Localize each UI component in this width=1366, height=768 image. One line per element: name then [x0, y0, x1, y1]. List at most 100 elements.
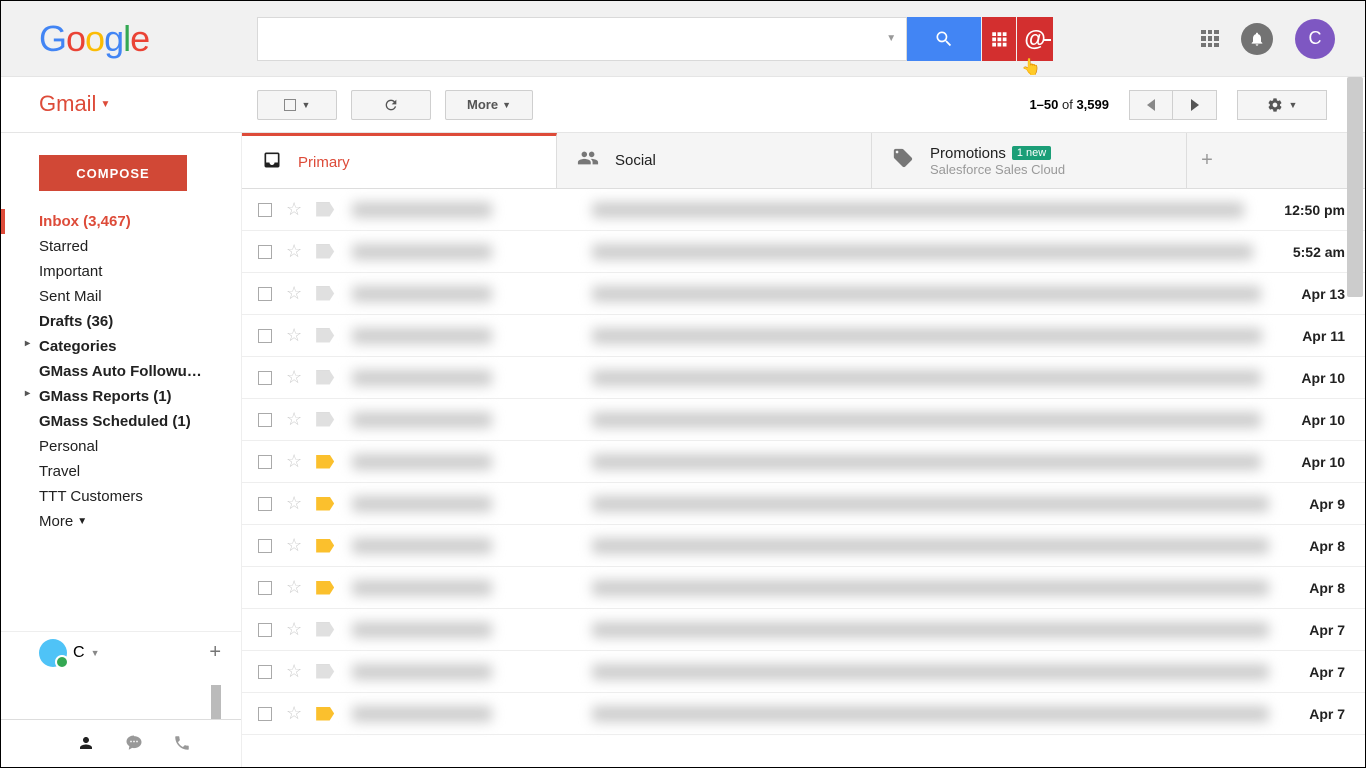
hangouts-user-chip[interactable]: C ▼ + — [1, 631, 241, 673]
importance-marker-icon[interactable] — [316, 581, 334, 595]
importance-marker-icon[interactable] — [316, 497, 334, 511]
mail-row[interactable]: ☆Apr 10 — [242, 441, 1365, 483]
importance-marker-icon[interactable] — [316, 413, 334, 427]
account-avatar[interactable]: C — [1295, 19, 1335, 59]
sidebar-item[interactable]: GMass Scheduled (1) — [1, 409, 241, 434]
refresh-button[interactable] — [351, 90, 431, 120]
row-checkbox[interactable] — [258, 623, 272, 637]
star-icon[interactable]: ☆ — [286, 493, 302, 514]
pager-next-button[interactable] — [1173, 90, 1217, 120]
sidebar-item[interactable]: Important — [1, 259, 241, 284]
settings-button[interactable]: ▼ — [1237, 90, 1327, 120]
star-icon[interactable]: ☆ — [286, 703, 302, 724]
subject-blurred — [592, 496, 1269, 512]
sidebar-item[interactable]: Inbox (3,467) — [1, 209, 241, 234]
mail-row[interactable]: ☆Apr 10 — [242, 399, 1365, 441]
mail-row[interactable]: ☆Apr 10 — [242, 357, 1365, 399]
sidebar-item[interactable]: TTT Customers — [1, 484, 241, 509]
mail-row[interactable]: ☆Apr 8 — [242, 525, 1365, 567]
sidebar-item[interactable]: Drafts (36) — [1, 309, 241, 334]
row-checkbox[interactable] — [258, 413, 272, 427]
chat-tab-icon[interactable] — [125, 734, 143, 757]
pager-prev-button[interactable] — [1129, 90, 1173, 120]
row-checkbox[interactable] — [258, 329, 272, 343]
row-checkbox[interactable] — [258, 581, 272, 595]
mail-row[interactable]: ☆Apr 7 — [242, 609, 1365, 651]
star-icon[interactable]: ☆ — [286, 325, 302, 346]
sidebar-item[interactable]: GMass Reports (1) — [1, 384, 241, 409]
new-chat-icon[interactable]: + — [209, 641, 221, 664]
apps-launcher-icon[interactable] — [1201, 30, 1219, 48]
star-icon[interactable]: ☆ — [286, 535, 302, 556]
mail-row[interactable]: ☆Apr 7 — [242, 651, 1365, 693]
star-icon[interactable]: ☆ — [286, 451, 302, 472]
mail-row[interactable]: ☆Apr 7 — [242, 693, 1365, 735]
importance-marker-icon[interactable] — [316, 329, 334, 343]
importance-marker-icon[interactable] — [316, 539, 334, 553]
promotions-new-badge: 1 new — [1012, 146, 1051, 160]
mail-row[interactable]: ☆Apr 8 — [242, 567, 1365, 609]
subject-blurred — [592, 370, 1261, 386]
importance-marker-icon[interactable] — [316, 287, 334, 301]
compose-button[interactable]: COMPOSE — [39, 155, 187, 191]
row-checkbox[interactable] — [258, 287, 272, 301]
star-icon[interactable]: ☆ — [286, 661, 302, 682]
notifications-icon[interactable] — [1241, 23, 1273, 55]
more-labels-link[interactable]: More ▼ — [1, 509, 241, 534]
star-icon[interactable]: ☆ — [286, 283, 302, 304]
more-button[interactable]: More ▼ — [445, 90, 533, 120]
main: Primary Social Promotions 1 new Salesfor… — [241, 133, 1365, 767]
importance-marker-icon[interactable] — [316, 455, 334, 469]
select-all-button[interactable]: ▼ — [257, 90, 337, 120]
tab-promotions[interactable]: Promotions 1 new Salesforce Sales Cloud — [872, 133, 1187, 188]
subject-blurred — [592, 244, 1253, 260]
tab-social-label: Social — [615, 152, 656, 169]
row-checkbox[interactable] — [258, 371, 272, 385]
contacts-tab-icon[interactable] — [77, 734, 95, 757]
google-logo[interactable]: Google — [39, 18, 149, 60]
page-scrollbar[interactable] — [1347, 77, 1363, 297]
sidebar-item[interactable]: Personal — [1, 434, 241, 459]
gmass-at-button[interactable]: @ — [1017, 17, 1053, 61]
mail-row[interactable]: ☆5:52 am — [242, 231, 1365, 273]
importance-marker-icon[interactable] — [316, 245, 334, 259]
sidebar-item[interactable]: Travel — [1, 459, 241, 484]
phone-tab-icon[interactable] — [173, 734, 191, 757]
sidebar-item[interactable]: GMass Auto Followu… — [1, 359, 241, 384]
sidebar-item[interactable]: Categories — [1, 334, 241, 359]
tab-primary[interactable]: Primary — [242, 133, 557, 188]
search-box[interactable]: ▼ — [257, 17, 907, 61]
gmass-grid-button[interactable] — [982, 17, 1016, 61]
star-icon[interactable]: ☆ — [286, 199, 302, 220]
row-checkbox[interactable] — [258, 707, 272, 721]
row-checkbox[interactable] — [258, 455, 272, 469]
mail-row[interactable]: ☆Apr 11 — [242, 315, 1365, 357]
importance-marker-icon[interactable] — [316, 623, 334, 637]
search-button[interactable] — [907, 17, 981, 61]
importance-marker-icon[interactable] — [316, 203, 334, 217]
sidebar-item[interactable]: Starred — [1, 234, 241, 259]
mail-row[interactable]: ☆Apr 13 — [242, 273, 1365, 315]
row-checkbox[interactable] — [258, 665, 272, 679]
mail-row[interactable]: ☆Apr 9 — [242, 483, 1365, 525]
star-icon[interactable]: ☆ — [286, 241, 302, 262]
sidebar-item[interactable]: Sent Mail — [1, 284, 241, 309]
star-icon[interactable]: ☆ — [286, 577, 302, 598]
importance-marker-icon[interactable] — [316, 707, 334, 721]
promotions-sub-label: Salesforce Sales Cloud — [930, 162, 1065, 177]
add-tab-button[interactable]: + — [1187, 133, 1227, 188]
importance-marker-icon[interactable] — [316, 665, 334, 679]
search-input[interactable] — [268, 30, 886, 48]
row-checkbox[interactable] — [258, 203, 272, 217]
tab-social[interactable]: Social — [557, 133, 872, 188]
star-icon[interactable]: ☆ — [286, 409, 302, 430]
star-icon[interactable]: ☆ — [286, 619, 302, 640]
star-icon[interactable]: ☆ — [286, 367, 302, 388]
search-options-caret-icon[interactable]: ▼ — [886, 33, 896, 44]
row-checkbox[interactable] — [258, 497, 272, 511]
row-checkbox[interactable] — [258, 539, 272, 553]
row-checkbox[interactable] — [258, 245, 272, 259]
mail-row[interactable]: ☆12:50 pm — [242, 189, 1365, 231]
importance-marker-icon[interactable] — [316, 371, 334, 385]
gmail-brand[interactable]: Gmail ▼ — [39, 91, 110, 117]
